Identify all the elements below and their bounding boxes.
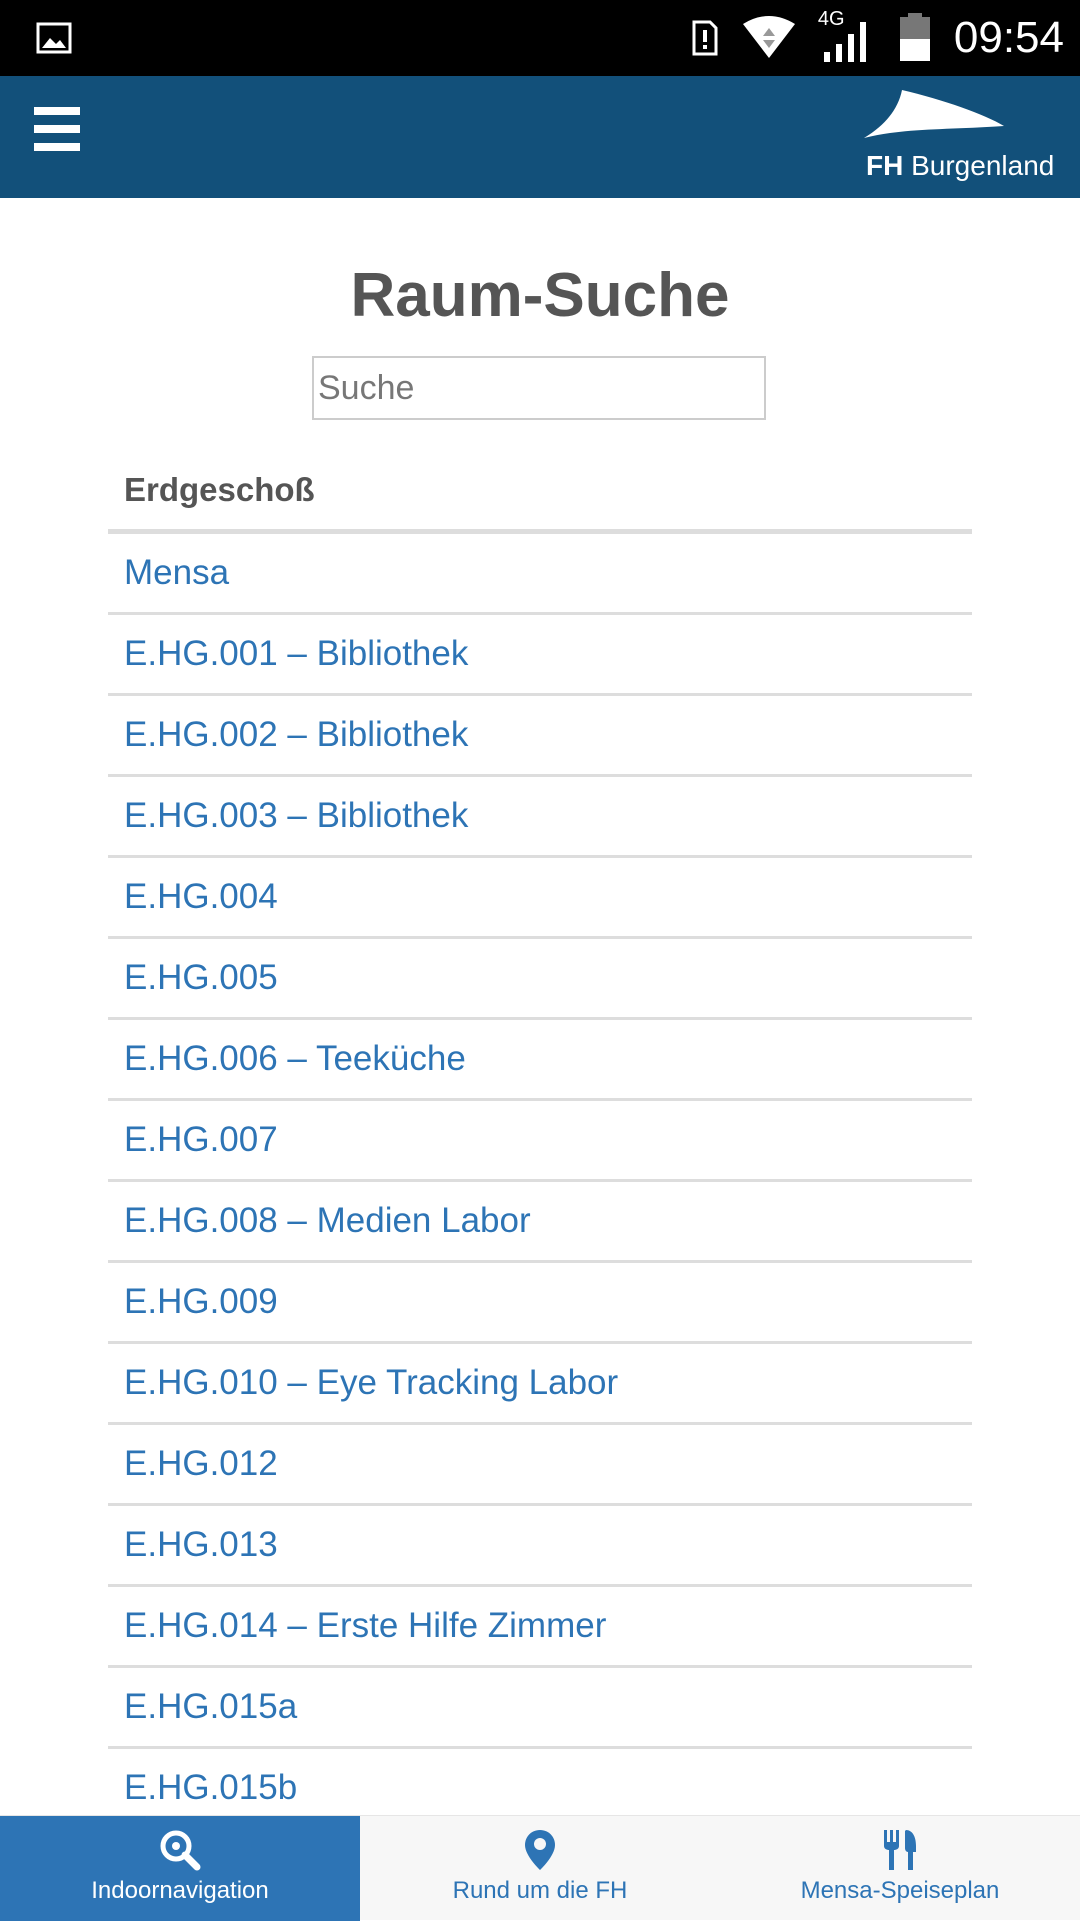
map-pin-icon <box>525 1830 555 1870</box>
tab-mensa-speiseplan[interactable]: Mensa-Speiseplan <box>720 1816 1080 1921</box>
room-link-ehg004[interactable]: E.HG.004 <box>108 858 972 939</box>
room-link-ehg008[interactable]: E.HG.008 – Medien Labor <box>108 1182 972 1263</box>
cutlery-icon <box>884 1830 916 1870</box>
status-bar: 4G 09:54 <box>0 0 1080 76</box>
gallery-icon <box>36 22 72 54</box>
main-content: Raum-Suche Erdgeschoß Mensa E.HG.001 – B… <box>0 198 1080 1815</box>
search-input[interactable] <box>312 356 766 420</box>
room-link-ehg014[interactable]: E.HG.014 – Erste Hilfe Zimmer <box>108 1587 972 1668</box>
tab-label: Indoornavigation <box>91 1877 269 1904</box>
tab-label: Mensa-Speiseplan <box>800 1877 1000 1904</box>
cell-signal-icon: 4G <box>818 8 876 66</box>
room-link-ehg006[interactable]: E.HG.006 – Teeküche <box>108 1020 972 1101</box>
room-link-ehg003[interactable]: E.HG.003 – Bibliothek <box>108 777 972 858</box>
wifi-icon <box>742 16 795 58</box>
room-link-ehg015a[interactable]: E.HG.015a <box>108 1668 972 1749</box>
page-title: Raum-Suche <box>350 261 730 330</box>
fh-burgenland-logo: FH Burgenland <box>864 88 1054 188</box>
room-link-mensa[interactable]: Mensa <box>108 534 972 615</box>
room-link-ehg009[interactable]: E.HG.009 <box>108 1263 972 1344</box>
app-header: FH Burgenland <box>0 76 1080 198</box>
hamburger-menu-icon[interactable] <box>34 107 80 167</box>
logo-text-fh: FH <box>866 150 904 181</box>
tab-rund-um-die-fh[interactable]: Rund um die FH <box>360 1816 720 1921</box>
tab-label: Rund um die FH <box>452 1877 628 1904</box>
search-icon <box>160 1830 201 1871</box>
battery-icon <box>899 13 930 61</box>
sim-card-icon <box>692 20 718 56</box>
room-link-ehg007[interactable]: E.HG.007 <box>108 1101 972 1182</box>
room-link-ehg002[interactable]: E.HG.002 – Bibliothek <box>108 696 972 777</box>
room-link-ehg015b[interactable]: E.HG.015b <box>108 1749 972 1815</box>
clock: 09:54 <box>953 13 1064 62</box>
tab-indoornavigation[interactable]: Indoornavigation <box>0 1816 360 1921</box>
section-heading: Erdgeschoß <box>108 450 972 534</box>
room-link-ehg001[interactable]: E.HG.001 – Bibliothek <box>108 615 972 696</box>
room-link-ehg013[interactable]: E.HG.013 <box>108 1506 972 1587</box>
room-list: Erdgeschoß Mensa E.HG.001 – Bibliothek E… <box>108 450 972 1815</box>
room-link-ehg012[interactable]: E.HG.012 <box>108 1425 972 1506</box>
room-link-ehg005[interactable]: E.HG.005 <box>108 939 972 1020</box>
room-link-ehg010[interactable]: E.HG.010 – Eye Tracking Labor <box>108 1344 972 1425</box>
logo-text-burgenland: Burgenland <box>911 150 1055 181</box>
bottom-tab-bar: Indoornavigation Rund um die FH Mensa-Sp… <box>0 1815 1080 1921</box>
